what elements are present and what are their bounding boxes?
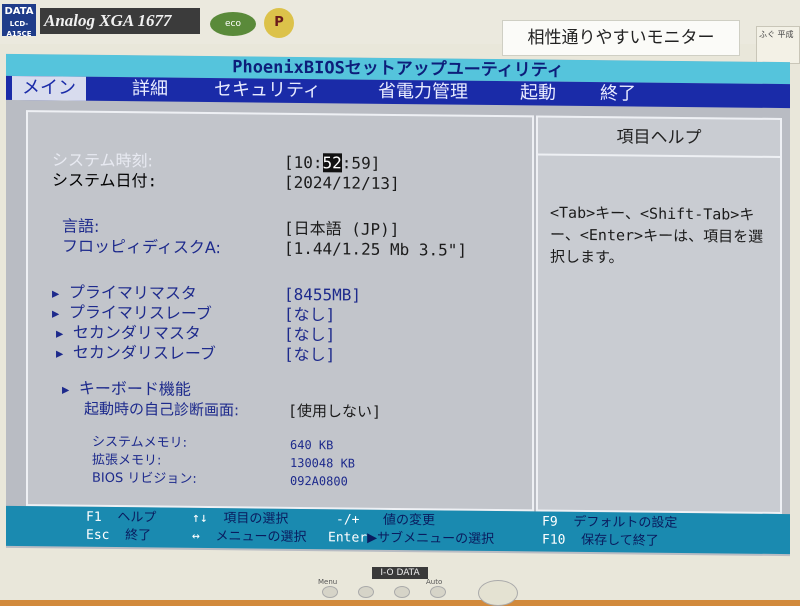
keyboard-label: キーボード機能	[78, 378, 191, 399]
secondary-slave-label: セカンダリスレーブ	[72, 342, 216, 364]
brand-series-label: Analog XGA 1677	[40, 8, 200, 34]
keyboard-item[interactable]: ▶ キーボード機能	[62, 378, 191, 400]
menu-power[interactable]: 省電力管理	[378, 80, 468, 105]
time-hours: [10:	[284, 152, 323, 173]
secondary-master-item[interactable]: ▶ セカンダリマスタ	[56, 322, 201, 345]
enter-key: Enter	[328, 530, 368, 546]
help-title: 項目ヘルプ	[538, 117, 780, 159]
updown-desc: 項目の選択	[223, 511, 289, 527]
menu-boot[interactable]: 起動	[520, 81, 556, 105]
submenu-arrow-icon: ▶	[56, 326, 64, 341]
f10-desc: 保存して終了	[581, 532, 659, 549]
bios-key-footer: F1 ヘルプ ↑↓ 項目の選択 -/+ 値の変更 F9 デフォルトの設定 Esc…	[6, 505, 790, 555]
footer-enter: Enter▶サブメニューの選択	[328, 529, 494, 549]
monitor-bezel: DATA LCD-A15CE Analog XGA 1677 eco P 相性通…	[0, 0, 800, 606]
compatibility-sticker: 相性通りやすいモニター	[502, 20, 740, 56]
system-date-value[interactable]: [2024/12/13]	[284, 173, 400, 194]
model-code: LCD-A15CE	[6, 20, 32, 38]
updown-key: ↑↓	[192, 510, 208, 527]
system-time-label: システム時刻:	[52, 150, 153, 171]
time-minutes-selected[interactable]: 52	[322, 153, 342, 173]
footer-esc: Esc 終了	[86, 527, 151, 546]
item-help-panel: 項目ヘルプ <Tab>キー、<Shift-Tab>キー、<Enter>キーは、項…	[536, 115, 782, 515]
f1-key: F1	[86, 509, 102, 525]
time-seconds: :59]	[341, 153, 381, 173]
floppy-label: フロッピィディスクA:	[62, 236, 221, 258]
esc-desc: 終了	[125, 528, 152, 544]
primary-master-value[interactable]: [8455MB]	[284, 285, 361, 306]
leftright-desc: メニューの選択	[215, 529, 307, 546]
monitor-down-button[interactable]	[358, 586, 374, 598]
post-screen-value[interactable]: [使用しない]	[288, 401, 381, 422]
primary-master-label: プライマリマスタ	[68, 282, 197, 303]
monitor-power-button[interactable]	[478, 580, 518, 606]
bios-revision-label: BIOS リビジョン:	[92, 470, 197, 487]
system-time-row[interactable]: システム時刻:	[52, 150, 153, 171]
menu-button-label: Menu	[318, 578, 338, 586]
footer-f1: F1 ヘルプ	[86, 509, 156, 528]
help-text: <Tab>キー、<Shift-Tab>キー、<Enter>キーは、項目を選択しま…	[550, 203, 764, 267]
monitor-up-button[interactable]	[394, 586, 410, 598]
monitor-auto-button[interactable]	[430, 586, 446, 598]
brand-top-text: DATA	[4, 6, 34, 17]
auto-button-label: Auto	[426, 578, 443, 586]
enter-desc: ▶サブメニューの選択	[367, 530, 495, 548]
secondary-master-value[interactable]: [なし]	[284, 325, 335, 346]
monitor-menu-button[interactable]	[322, 586, 338, 598]
eco-badge: eco	[210, 12, 256, 36]
secondary-slave-item[interactable]: ▶ セカンダリスレーブ	[56, 342, 216, 365]
language-value[interactable]: [日本語 (JP)]	[284, 219, 399, 240]
bios-revision-value: 092A0800	[290, 473, 348, 489]
f9-key: F9	[542, 514, 558, 530]
footer-leftright: ↔ メニューの選択	[192, 528, 307, 547]
floppy-value[interactable]: [1.44/1.25 Mb 3.5"]	[284, 239, 467, 261]
primary-master-item[interactable]: ▶ プライマリマスタ	[52, 282, 197, 305]
menu-security[interactable]: セキュリティ	[214, 78, 321, 103]
submenu-arrow-icon: ▶	[52, 286, 60, 301]
footer-f10: F10 保存して終了	[542, 532, 659, 551]
main-settings-panel: システム時刻: [10:52:59] システム日付: [2024/12/13] …	[26, 110, 534, 512]
system-time-value[interactable]: [10:52:59]	[284, 153, 380, 174]
small-sticker: ふぐ 平成	[756, 26, 800, 64]
esc-key: Esc	[86, 527, 110, 543]
submenu-arrow-icon: ▶	[52, 306, 60, 321]
secondary-slave-value[interactable]: [なし]	[284, 345, 335, 366]
menu-main[interactable]: メイン	[12, 75, 86, 101]
plusminus-desc: 値の変更	[382, 512, 435, 529]
submenu-arrow-icon: ▶	[62, 382, 70, 397]
brand-logo: DATA LCD-A15CE	[2, 4, 36, 38]
footer-plusminus: -/+ 値の変更	[336, 511, 435, 530]
f9-desc: デフォルトの設定	[573, 514, 678, 531]
submenu-arrow-icon: ▶	[56, 346, 64, 361]
secondary-master-label: セカンダリマスタ	[72, 322, 201, 343]
plusminus-key: -/+	[336, 512, 360, 528]
round-badge: P	[264, 8, 294, 38]
f10-key: F10	[542, 532, 566, 548]
menu-advanced[interactable]: 詳細	[132, 77, 168, 101]
menu-exit[interactable]: 終了	[600, 82, 636, 106]
monitor-brand-bottom: I-O DATA	[372, 567, 428, 579]
footer-f9: F9 デフォルトの設定	[542, 514, 677, 533]
language-label: 言語:	[62, 216, 100, 236]
f1-desc: ヘルプ	[117, 510, 157, 526]
footer-updown: ↑↓ 項目の選択	[192, 510, 288, 529]
leftright-key: ↔	[192, 528, 200, 544]
bios-screen: PhoenixBIOSセットアップユーティリティ メイン 詳細 セキュリティ 省…	[6, 53, 790, 557]
primary-slave-value[interactable]: [なし]	[284, 305, 335, 326]
system-date-label: システム日付:	[52, 170, 158, 191]
post-screen-label: 起動時の自己診断画面:	[84, 399, 240, 420]
primary-slave-label: プライマリスレーブ	[68, 302, 212, 324]
